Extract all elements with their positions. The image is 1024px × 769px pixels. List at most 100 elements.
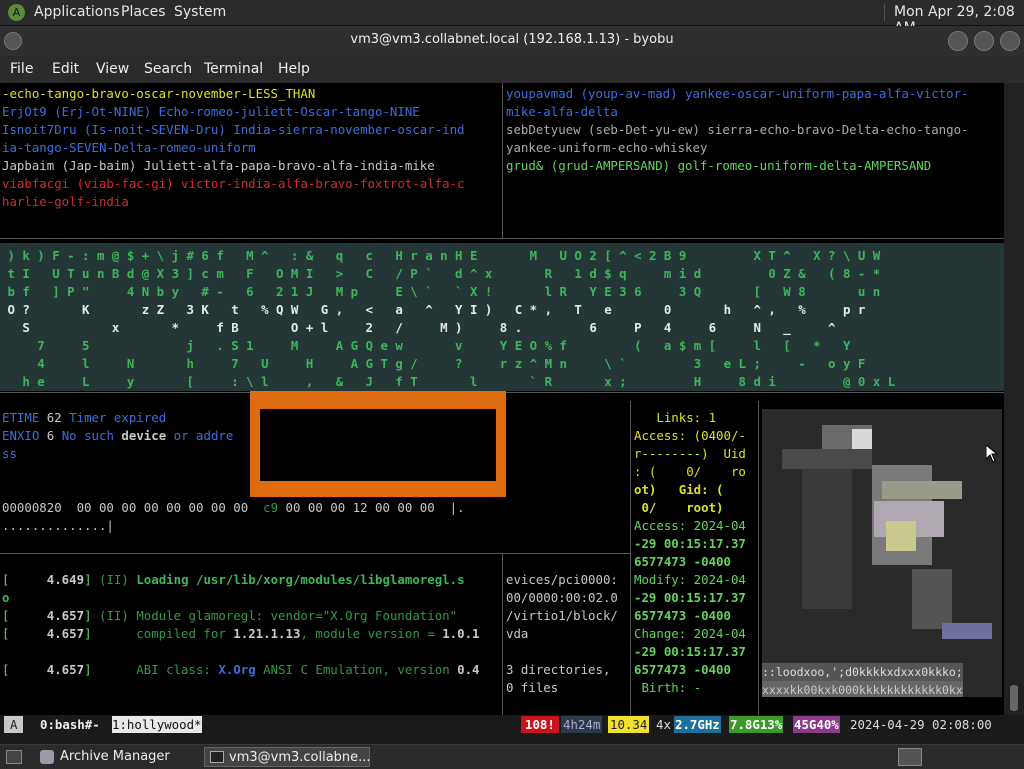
log-value: X.Org — [218, 662, 256, 677]
wordlist-line: viabfacgi (viab-fac-gi) victor-india-alf… — [2, 176, 465, 191]
matrix-row: h e L y [ : \ l , & J f T l ` R x ; H 8 … — [0, 374, 896, 389]
tree-line: /virtio1/block/ — [506, 608, 618, 623]
log-timestamp: 4.657 — [46, 608, 85, 623]
system-menu[interactable]: System — [174, 4, 226, 20]
wordlist-line: -echo-tango-bravo-oscar-november-LESS_TH… — [2, 86, 316, 101]
disk-badge: 45G40% — [793, 716, 840, 733]
errno-text: or addre — [173, 428, 234, 443]
tree-line: 00/0000:00:02.0 — [506, 590, 618, 605]
wordlist-line: Japbaim (Jap-baim) Juliett-alfa-papa-bra… — [2, 158, 435, 173]
alert-count-badge: 108! — [521, 716, 559, 733]
show-desktop-icon[interactable] — [6, 750, 22, 764]
tree-line: 0 files — [506, 680, 559, 695]
menu-terminal[interactable]: Terminal — [204, 61, 263, 77]
menu-search[interactable]: Search — [144, 61, 192, 77]
errno-keyword: device — [121, 428, 167, 443]
ascii-art-image: ::loodxoo,';d0kkkkxdxxx0kkko; xxxxkk00kx… — [762, 409, 1002, 697]
log-timestamp: 4.649 — [46, 572, 85, 587]
menu-help[interactable]: Help — [278, 61, 310, 77]
log-line: [ 4.657] compiled for 1.21.1.13, module … — [2, 626, 480, 641]
errno-line: ETIME 62 Timer expired — [2, 409, 166, 427]
terminal-icon — [210, 751, 224, 763]
menu-view[interactable]: View — [96, 61, 129, 77]
uptime-badge: 4h24m — [561, 716, 603, 733]
log-continuation: o — [2, 590, 10, 605]
matrix-row: 7 5 j . S 1 M A G Q e w v Y E O % f ( a … — [0, 338, 851, 353]
matrix-row: O ? K z Z 3 K t % Q W G , < a ^ Y I ) C … — [0, 302, 866, 317]
pane-divider — [630, 401, 631, 715]
window-tab-bash[interactable]: 0:bash#- — [40, 716, 100, 733]
menu-edit[interactable]: Edit — [52, 61, 79, 77]
window-titlebar[interactable]: vm3@vm3.collabnet.local (192.168.1.13) -… — [0, 26, 1024, 56]
places-menu[interactable]: Places — [121, 4, 166, 20]
log-tag: (II) — [99, 572, 129, 587]
distro-logo-icon[interactable]: A — [8, 4, 25, 21]
pane-divider — [502, 553, 503, 715]
menu-file[interactable]: File — [10, 61, 33, 77]
top-panel: A Applications Places System Mon Apr 29,… — [0, 0, 1024, 36]
stat-line: Access: (0400/- — [634, 428, 746, 443]
terminal-scrollbar[interactable] — [1004, 83, 1024, 715]
wordlist-line: harlie-golf-india — [2, 194, 129, 209]
ascii-art-text: xxxxkk00kxk000kkkkkkkkkkkk0kx — [762, 681, 963, 697]
byobu-status-bar: A 0:bash#- 1:hollywood* 108! 4h24m 10.34… — [0, 715, 1004, 734]
taskbar-terminal[interactable]: vm3@vm3.collabne... — [204, 747, 371, 767]
workspace-switcher-icon[interactable] — [898, 748, 922, 766]
log-line: [ 4.649] (II) Loading /usr/lib/xorg/modu… — [2, 572, 465, 587]
stat-line: Change: 2024-04 — [634, 626, 746, 641]
cpu-freq-badge: 2.7GHz — [674, 716, 721, 733]
hexdump-ascii: ..............| — [2, 518, 114, 533]
wordlist-line: youpavmad (youp-av-mad) yankee-oscar-uni… — [506, 86, 969, 101]
log-message: Loading — [136, 572, 189, 587]
close-icon[interactable] — [1000, 31, 1020, 51]
maximize-icon[interactable] — [974, 31, 994, 51]
pane-divider — [502, 83, 503, 238]
stat-line: Access: 2024-04 — [634, 518, 746, 533]
window-tab-hollywood[interactable]: 1:hollywood* — [112, 716, 202, 733]
tree-line: 3 directories, — [506, 662, 611, 677]
stat-line: -29 00:15:17.37 — [634, 590, 746, 605]
pane-divider — [0, 553, 630, 554]
tree-line: vda — [506, 626, 529, 641]
log-timestamp: 4.657 — [46, 662, 85, 677]
menu-bar: File Edit View Search Terminal Help — [0, 56, 1024, 83]
stat-line: 6577473 -0400 — [634, 554, 731, 569]
stat-line: r--------) Uid — [634, 446, 746, 461]
scrollbar-thumb[interactable] — [1010, 685, 1018, 711]
matrix-row: S x * f B O + l 2 / M ) 8 . 6 P 4 6 N _ … — [0, 320, 851, 335]
errno-text: No such — [61, 428, 114, 443]
errno-name: ENXIO — [2, 428, 40, 443]
log-line: [ 4.657] (II) Module glamoregl: vendor="… — [2, 608, 458, 623]
errno-number: 6 — [46, 428, 55, 443]
hexdump-bytes: 00 00 00 12 00 00 00 |. — [285, 500, 465, 515]
wordlist-line: grud& (grud-AMPERSAND) golf-romeo-unifor… — [506, 158, 932, 173]
stat-line: Birth: - — [634, 680, 702, 695]
errno-line: ENXIO 6 No such device or addre — [2, 427, 233, 445]
log-value: 0.4 — [457, 662, 480, 677]
status-datetime: 2024-04-29 02:08:00 — [850, 717, 992, 732]
window-menu-icon[interactable] — [4, 32, 22, 50]
ascii-art-text: ::loodxoo,';d0kkkkxdxxx0kkko; — [762, 663, 963, 681]
stat-line: 6577473 -0400 — [634, 608, 731, 623]
wordlist-line: mike-alfa-delta — [506, 104, 618, 119]
stat-line: 6577473 -0400 — [634, 662, 731, 677]
minimize-icon[interactable] — [948, 31, 968, 51]
stat-line: : ( 0/ ro — [634, 464, 746, 479]
wordlist-line: sebDetyuew (seb-Det-yu-ew) sierra-echo-b… — [506, 122, 969, 137]
window-title: vm3@vm3.collabnet.local (192.168.1.13) -… — [350, 32, 674, 47]
terminal-area[interactable]: -echo-tango-bravo-oscar-november-LESS_TH… — [0, 83, 1004, 715]
cpu-count: 4x — [656, 717, 671, 732]
taskbar-label: vm3@vm3.collabne... — [229, 750, 371, 765]
stat-line: -29 00:15:17.37 — [634, 644, 746, 659]
taskbar-archive-manager[interactable]: Archive Manager — [36, 747, 196, 767]
tree-line: evices/pci0000: — [506, 572, 618, 587]
log-message: ABI class: — [136, 662, 211, 677]
stat-line: ot) Gid: ( — [634, 482, 724, 497]
log-message: compiled for — [136, 626, 226, 641]
hexdump-highlight: c9 — [263, 500, 279, 515]
applications-menu[interactable]: Applications — [34, 4, 120, 20]
archive-manager-icon — [40, 750, 54, 764]
log-path: /usr/lib/xorg/modules/libglamoregl.s — [196, 572, 465, 587]
pane-divider — [0, 238, 1004, 239]
log-tag: (II) — [99, 608, 129, 623]
